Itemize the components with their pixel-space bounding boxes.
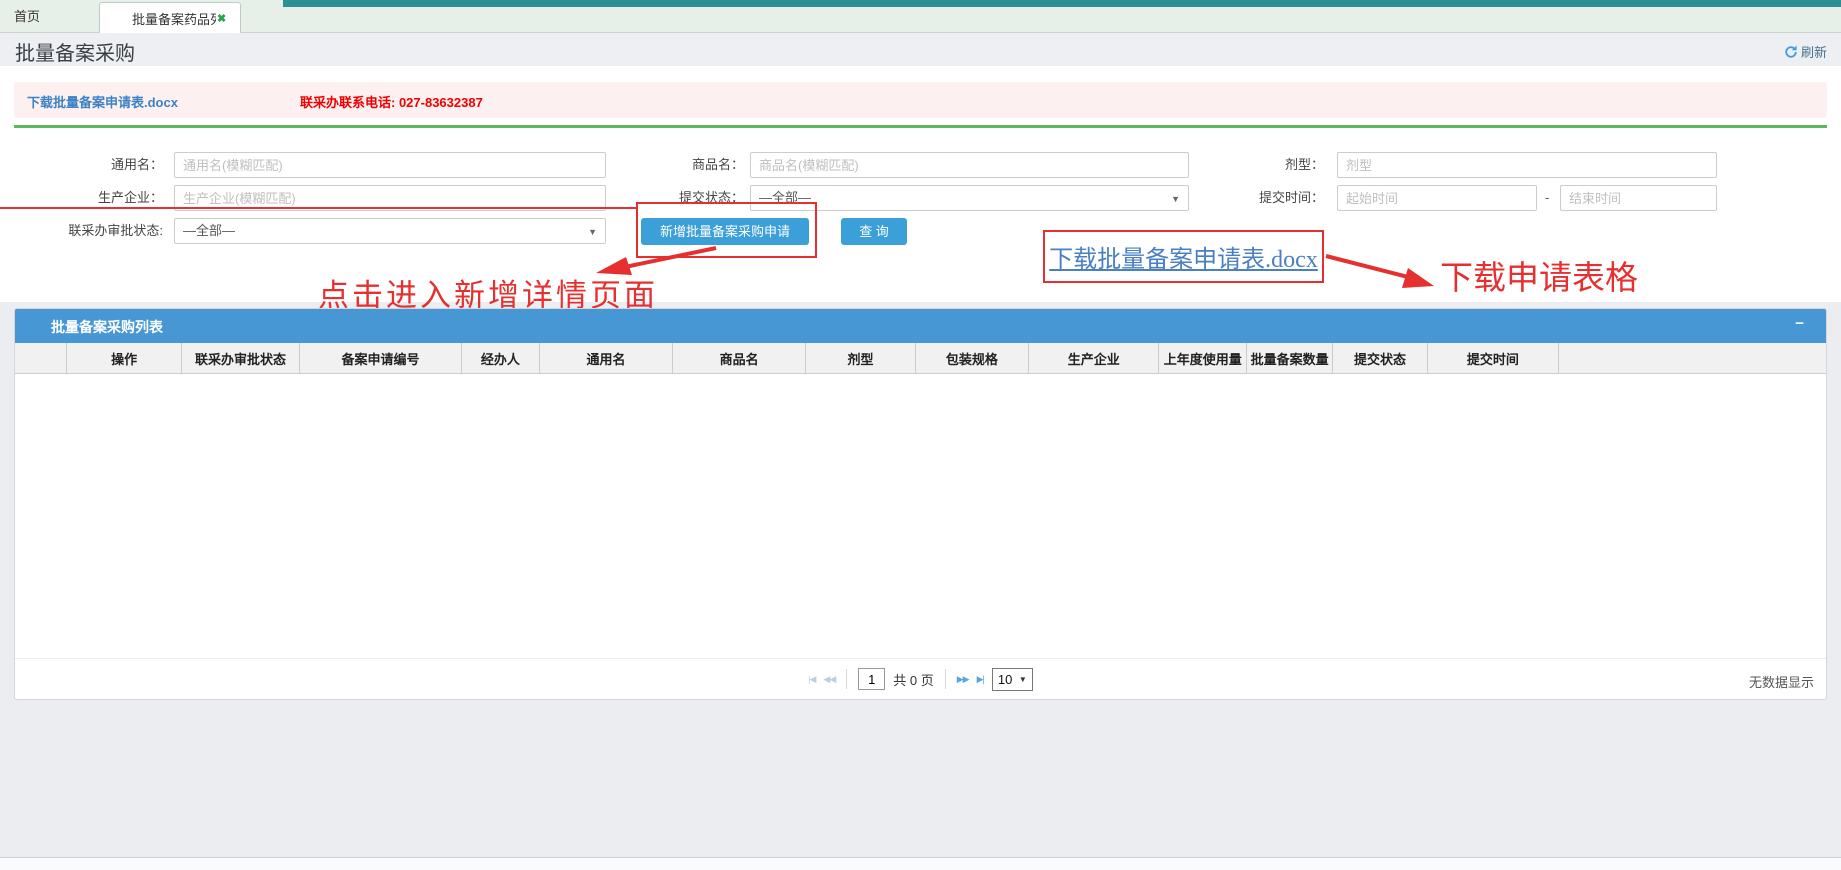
generic-name-input[interactable] (174, 152, 606, 178)
page-title: 批量备案采购 (15, 37, 135, 66)
col-approval-status: 联采办审批状态 (182, 343, 300, 373)
col-last-year-usage: 上年度使用量 (1159, 343, 1247, 373)
table-body-empty (15, 374, 1826, 658)
product-name-label: 商品名： (640, 152, 744, 178)
green-divider (14, 125, 1827, 128)
col-dosage-form: 剂型 (806, 343, 916, 373)
page-size-value: 10 (998, 672, 1012, 687)
col-package-spec: 包装规格 (916, 343, 1029, 373)
col-handler: 经办人 (462, 343, 540, 373)
tab-home[interactable]: 首页 (0, 0, 96, 33)
panel-title: 批量备案采购列表 (51, 317, 163, 337)
no-data-text: 无数据显示 (1749, 672, 1814, 691)
dosage-form-label: 剂型： (1220, 152, 1324, 178)
product-name-input[interactable] (750, 152, 1189, 178)
footer-strip (0, 857, 1841, 870)
close-icon[interactable]: ✖ (217, 12, 226, 25)
contact-phone-text: 联采办联系电话: 027-83632387 (300, 92, 483, 111)
pagination-divider (846, 669, 847, 689)
batch-filing-list-panel: 批量备案采购列表 − 操作 联采办审批状态 备案申请编号 经办人 通用名 商品名… (14, 308, 1827, 700)
dosage-form-input[interactable] (1337, 152, 1717, 178)
generic-name-label: 通用名： (60, 152, 163, 178)
page-number-input[interactable] (858, 668, 885, 690)
download-template-link-big[interactable]: 下载批量备案申请表.docx (1049, 239, 1318, 274)
page-size-select[interactable]: 10 ▼ (992, 668, 1033, 691)
page-total-text: 共 0 页 (893, 670, 933, 689)
download-template-link[interactable]: 下载批量备案申请表.docx (27, 92, 178, 111)
col-filing-quantity: 批量备案数量 (1247, 343, 1333, 373)
tab-current[interactable]: 批量备案药品列 ✖ (99, 2, 241, 33)
col-submit-time: 提交时间 (1428, 343, 1559, 373)
refresh-label: 刷新 (1801, 42, 1827, 61)
approval-status-label: 联采办审批状态: (20, 218, 163, 244)
chevron-down-icon: ▼ (1171, 186, 1180, 212)
table-header-row: 操作 联采办审批状态 备案申请编号 经办人 通用名 商品名 剂型 包装规格 生产… (15, 343, 1826, 374)
page-header: 批量备案采购 刷新 (0, 33, 1841, 66)
date-range-separator: - (1545, 185, 1549, 211)
annotation-download-hint: 下载申请表格 (1440, 251, 1638, 299)
refresh-icon (1784, 45, 1798, 59)
tab-bar: 首页 批量备案药品列 ✖ (0, 0, 1841, 33)
end-time-input[interactable] (1560, 185, 1717, 211)
col-generic-name: 通用名 (540, 343, 673, 373)
col-submit-status: 提交状态 (1333, 343, 1428, 373)
tab-current-label: 批量备案药品列 (132, 9, 216, 28)
first-page-icon[interactable]: |◀ (808, 674, 815, 685)
prev-page-icon[interactable]: ◀◀ (823, 674, 835, 685)
pagination-bar: |◀ ◀◀ 共 0 页 ▶▶ ▶| 10 ▼ 无数据显示 (15, 658, 1826, 699)
col-product-name: 商品名 (673, 343, 806, 373)
col-operation: 操作 (67, 343, 181, 373)
collapse-icon[interactable]: − (1795, 315, 1804, 332)
screen: 首页 批量备案药品列 ✖ 批量备案采购 刷新 下载批量备案申请表.docx 联采… (0, 0, 1841, 870)
col-trailing-empty (1559, 343, 1826, 373)
col-filing-number: 备案申请编号 (300, 343, 462, 373)
col-checkbox (15, 343, 67, 373)
next-page-icon[interactable]: ▶▶ (957, 674, 969, 685)
refresh-button[interactable]: 刷新 (1784, 42, 1827, 61)
notice-bar: 下载批量备案申请表.docx 联采办联系电话: 027-83632387 (14, 82, 1827, 118)
submit-time-label: 提交时间： (1220, 185, 1324, 211)
approval-status-select[interactable]: —全部— ▼ (174, 218, 606, 244)
panel-header: 批量备案采购列表 − (15, 309, 1826, 343)
approval-status-value: —全部— (183, 223, 235, 238)
col-manufacturer: 生产企业 (1029, 343, 1159, 373)
annotation-box-download: 下载批量备案申请表.docx (1043, 230, 1324, 283)
last-page-icon[interactable]: ▶| (977, 674, 984, 685)
annotation-arrow-right (1320, 246, 1445, 294)
chevron-down-icon: ▼ (1019, 675, 1027, 684)
annotation-line (0, 207, 637, 209)
top-teal-strip (283, 0, 1841, 7)
start-time-input[interactable] (1337, 185, 1537, 211)
pagination-divider (945, 669, 946, 689)
search-button[interactable]: 查 询 (841, 218, 907, 245)
